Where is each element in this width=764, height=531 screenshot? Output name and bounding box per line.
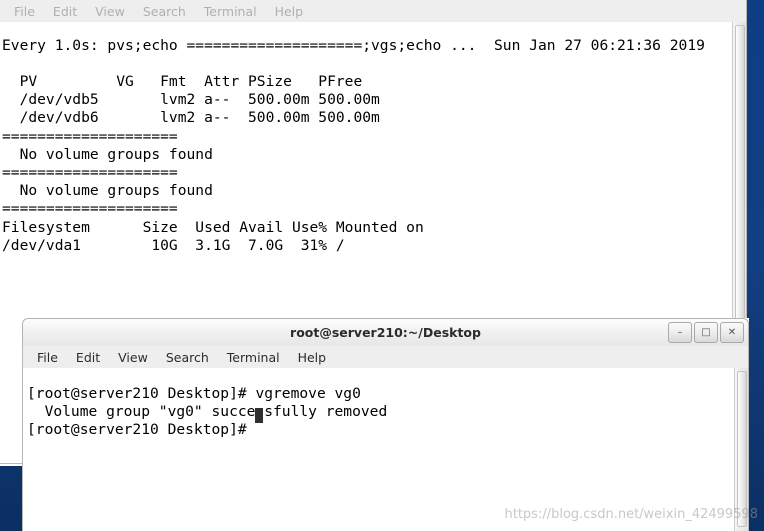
- terminal-text-foreground: [root@server210 Desktop]# vgremove vg0 V…: [27, 384, 388, 438]
- menu-item-file[interactable]: File: [28, 350, 67, 365]
- desktop: – □ ✕ File Edit View Search Terminal Hel…: [0, 0, 764, 531]
- terminal-window-foreground[interactable]: root@server210:~/Desktop – □ ✕ File Edit…: [22, 318, 749, 531]
- close-icon: ✕: [727, 326, 737, 338]
- menubar-foreground-window[interactable]: File Edit View Search Terminal Help: [22, 346, 749, 368]
- maximize-icon: □: [701, 326, 711, 338]
- window-controls-foreground[interactable]: – □ ✕: [668, 322, 744, 343]
- menu-item-terminal[interactable]: Terminal: [195, 4, 266, 19]
- minimize-icon: –: [677, 326, 683, 338]
- menu-item-search[interactable]: Search: [157, 350, 218, 365]
- menu-item-help[interactable]: Help: [289, 350, 336, 365]
- menubar-background-window[interactable]: File Edit View Search Terminal Help: [0, 0, 747, 22]
- scrollbar-thumb[interactable]: [737, 371, 747, 527]
- menu-item-search[interactable]: Search: [134, 4, 195, 19]
- menu-item-terminal[interactable]: Terminal: [218, 350, 289, 365]
- titlebar-foreground-window[interactable]: root@server210:~/Desktop – □ ✕: [22, 318, 749, 346]
- menu-item-file[interactable]: File: [5, 4, 44, 19]
- menu-item-view[interactable]: View: [86, 4, 134, 19]
- window-title-foreground: root@server210:~/Desktop: [290, 325, 481, 340]
- menu-item-edit[interactable]: Edit: [67, 350, 109, 365]
- maximize-button-foreground[interactable]: □: [694, 322, 718, 343]
- terminal-cursor: [255, 408, 264, 424]
- minimize-button-foreground[interactable]: –: [668, 322, 692, 343]
- menu-item-edit[interactable]: Edit: [44, 4, 86, 19]
- scrollbar-foreground-window[interactable]: [734, 368, 748, 531]
- close-button-foreground[interactable]: ✕: [720, 322, 744, 343]
- terminal-text-background: Every 1.0s: pvs;echo ===================…: [2, 36, 705, 254]
- menu-item-view[interactable]: View: [109, 350, 157, 365]
- terminal-output-foreground[interactable]: [root@server210 Desktop]# vgremove vg0 V…: [22, 368, 749, 531]
- menu-item-help[interactable]: Help: [266, 4, 313, 19]
